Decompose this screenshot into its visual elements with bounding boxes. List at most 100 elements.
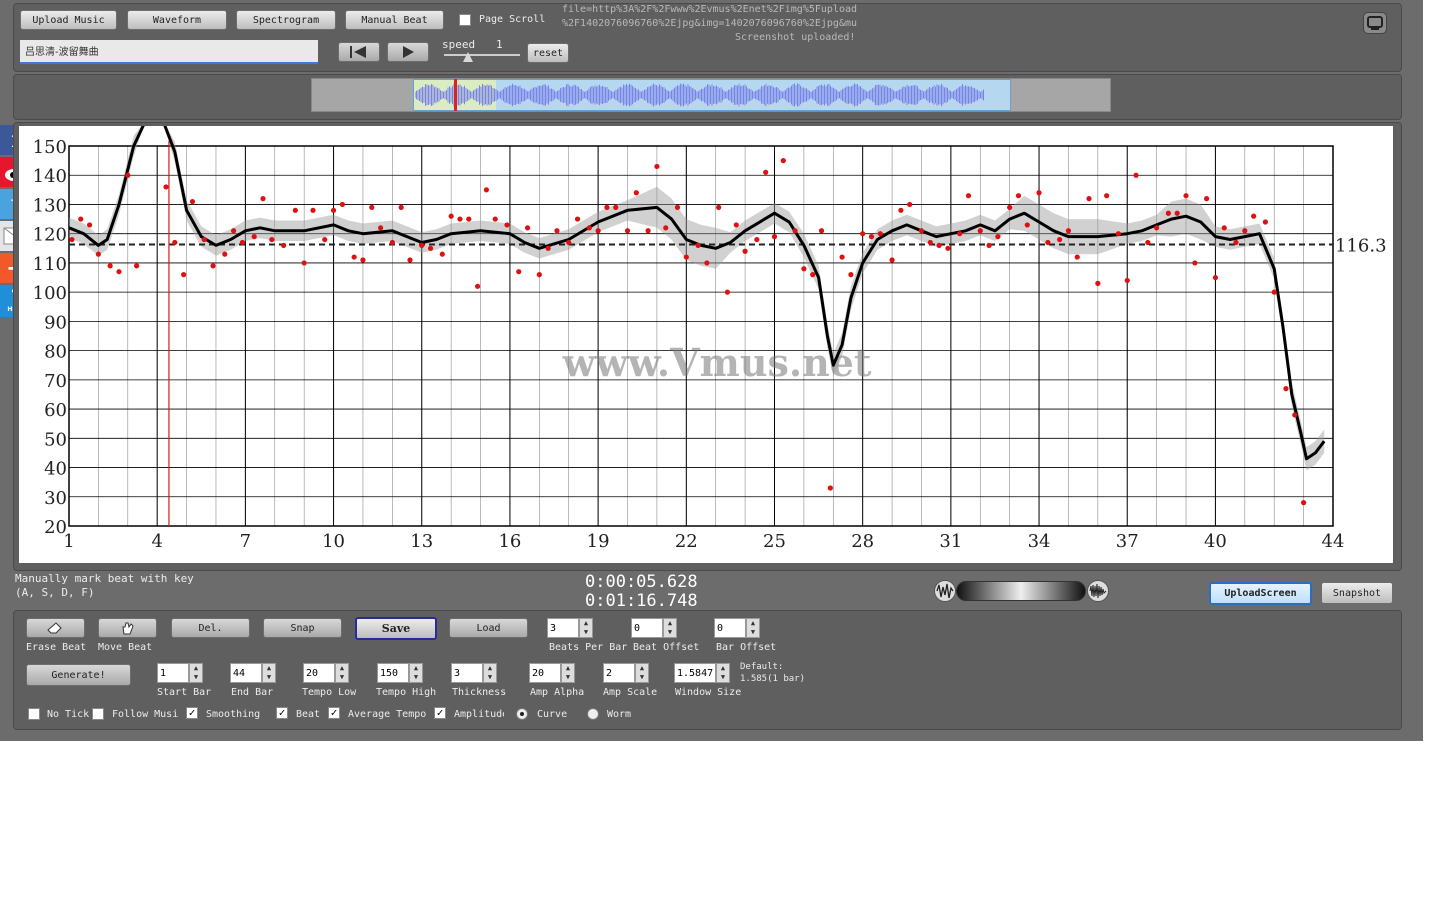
y-tick-label: 90 (44, 312, 67, 333)
smoothing-checkbox[interactable]: ✓ (186, 707, 198, 719)
fullscreen-toggle[interactable] (1363, 12, 1387, 34)
x-tick-label: 16 (498, 531, 521, 552)
tempo-low-stepper[interactable]: ▲▼ (303, 663, 349, 683)
thickness-arrows[interactable]: ▲ ▼ (483, 663, 497, 683)
waveform-playhead[interactable] (454, 79, 457, 111)
beat-point (554, 228, 560, 234)
beat-offset-input[interactable] (631, 618, 663, 638)
move-beat-button[interactable] (98, 618, 157, 638)
thickness-stepper[interactable]: ▲▼ (451, 663, 497, 683)
average-tempo-checkbox[interactable]: ✓ (328, 707, 340, 719)
window-size-arrows[interactable]: ▲ ▼ (716, 663, 730, 683)
window-size-input[interactable] (674, 663, 716, 683)
vmus-app: Upload Music Waveform Spectrogram Manual… (0, 0, 1423, 741)
load-button[interactable]: Load (449, 618, 528, 638)
window-size-stepper[interactable]: ▲▼ (674, 663, 732, 683)
tempo-high-arrows[interactable]: ▲ ▼ (409, 663, 423, 683)
erase-beat-button[interactable] (26, 618, 85, 638)
speed-slider-handle[interactable] (463, 52, 473, 62)
beat-label: Beat (296, 709, 321, 720)
amp-alpha-arrows[interactable]: ▲ ▼ (561, 663, 575, 683)
end-bar-arrows[interactable]: ▲ ▼ (262, 663, 276, 683)
beat-point (907, 201, 913, 208)
amp-scale-stepper[interactable]: ▲▼ (603, 663, 649, 683)
upload-music-button[interactable]: Upload Music (20, 10, 117, 30)
beat-point (1095, 280, 1101, 286)
bar-offset-stepper[interactable]: ▲▼ (714, 618, 760, 638)
eraser-icon (46, 622, 62, 634)
beat-point (1036, 190, 1042, 196)
tempo-low-arrows[interactable]: ▲ ▼ (335, 663, 349, 683)
waveform-button[interactable]: Waveform (127, 10, 227, 30)
thickness-input[interactable] (451, 663, 483, 683)
beats-per-bar-stepper[interactable]: ▲▼ (547, 618, 593, 638)
amplitude-checkbox[interactable]: ✓ (434, 707, 446, 719)
y-tick-label: 130 (33, 195, 67, 216)
start-bar-arrows[interactable]: ▲ ▼ (189, 663, 203, 683)
beat-point (504, 222, 510, 228)
x-tick-label: 13 (410, 531, 433, 552)
x-tick-label: 4 (151, 531, 162, 552)
beat-point (545, 245, 551, 251)
follow-music-checkbox[interactable] (92, 708, 104, 720)
spectrogram-button[interactable]: Spectrogram (236, 10, 336, 30)
go-to-start-button[interactable] (338, 42, 380, 62)
no-tick-checkbox[interactable] (28, 708, 40, 720)
amp-scale-arrows[interactable]: ▲ ▼ (635, 663, 649, 683)
hint-line-1: Manually mark beat with key (15, 572, 194, 585)
beat-point (448, 213, 454, 219)
amp-alpha-stepper[interactable]: ▲▼ (529, 663, 575, 683)
beat-point (860, 231, 866, 237)
tempo-chart[interactable]: 2030405060708090100110120130140150 1 4 7 10… (19, 119, 1393, 563)
save-button[interactable]: Save (355, 617, 437, 640)
amplitude-waveform-icon[interactable] (934, 580, 956, 602)
speed-label: speed (442, 38, 476, 51)
tempo-low-input[interactable] (303, 663, 335, 683)
beats-per-bar-input[interactable] (547, 618, 579, 638)
beat-point (780, 158, 786, 164)
start-bar-stepper[interactable]: ▲▼ (157, 663, 203, 683)
amplitude-full-icon[interactable] (1087, 580, 1109, 602)
tempo-high-stepper[interactable]: ▲▼ (377, 663, 423, 683)
default-label-line1: Default: (740, 662, 784, 672)
amp-scale-input[interactable] (603, 663, 635, 683)
song-title-field[interactable]: 吕思清-波留舞曲 (20, 40, 318, 64)
bar-offset-input[interactable] (714, 618, 746, 638)
beats-per-bar-arrows[interactable]: ▲ ▼ (579, 618, 593, 638)
end-bar-stepper[interactable]: ▲▼ (230, 663, 276, 683)
amplitude-label: Amplitude (454, 709, 504, 720)
beat-point (1242, 228, 1248, 234)
page-scroll-checkbox[interactable] (459, 14, 471, 26)
average-tempo-label: 116.3 (1335, 236, 1387, 257)
waveform-overview[interactable] (311, 78, 1111, 112)
end-bar-input[interactable] (230, 663, 262, 683)
bar-offset-arrows[interactable]: ▲ ▼ (746, 618, 760, 638)
y-tick-label: 40 (44, 459, 67, 480)
reset-button[interactable]: reset (527, 43, 569, 63)
start-bar-label: Start Bar (157, 687, 212, 698)
manual-beat-button[interactable]: Manual Beat (345, 10, 444, 30)
beat-checkbox[interactable]: ✓ (276, 707, 288, 719)
tempo-high-input[interactable] (377, 663, 409, 683)
upload-screen-button[interactable]: UploadScreen (1209, 582, 1312, 605)
beat-point (398, 204, 404, 210)
snap-button[interactable]: Snap (263, 618, 342, 638)
delete-button[interactable]: Del. (171, 618, 250, 638)
worm-radio[interactable] (587, 708, 599, 720)
x-tick-label: 19 (587, 531, 610, 552)
x-tick-label: 10 (322, 531, 345, 552)
chart-canvas[interactable]: 20 30 40 50 60 70 80 90 100 110 120 130 140 150 1 4 7 10… (19, 119, 1393, 563)
beat-point (536, 272, 542, 278)
x-tick-label: 25 (763, 531, 786, 552)
amp-alpha-input[interactable] (529, 663, 561, 683)
volume-gradient-slider[interactable] (956, 581, 1086, 601)
default-label-line2: 1.585(1 bar) (740, 674, 806, 684)
start-bar-input[interactable] (157, 663, 189, 683)
beat-offset-stepper[interactable]: ▲▼ (631, 618, 677, 638)
generate-button[interactable]: Generate! (26, 664, 131, 686)
speed-slider-track[interactable] (444, 54, 520, 56)
curve-radio[interactable] (516, 708, 528, 720)
play-button[interactable] (387, 42, 429, 62)
beat-offset-arrows[interactable]: ▲ ▼ (663, 618, 677, 638)
snapshot-button[interactable]: Snapshot (1321, 582, 1393, 604)
